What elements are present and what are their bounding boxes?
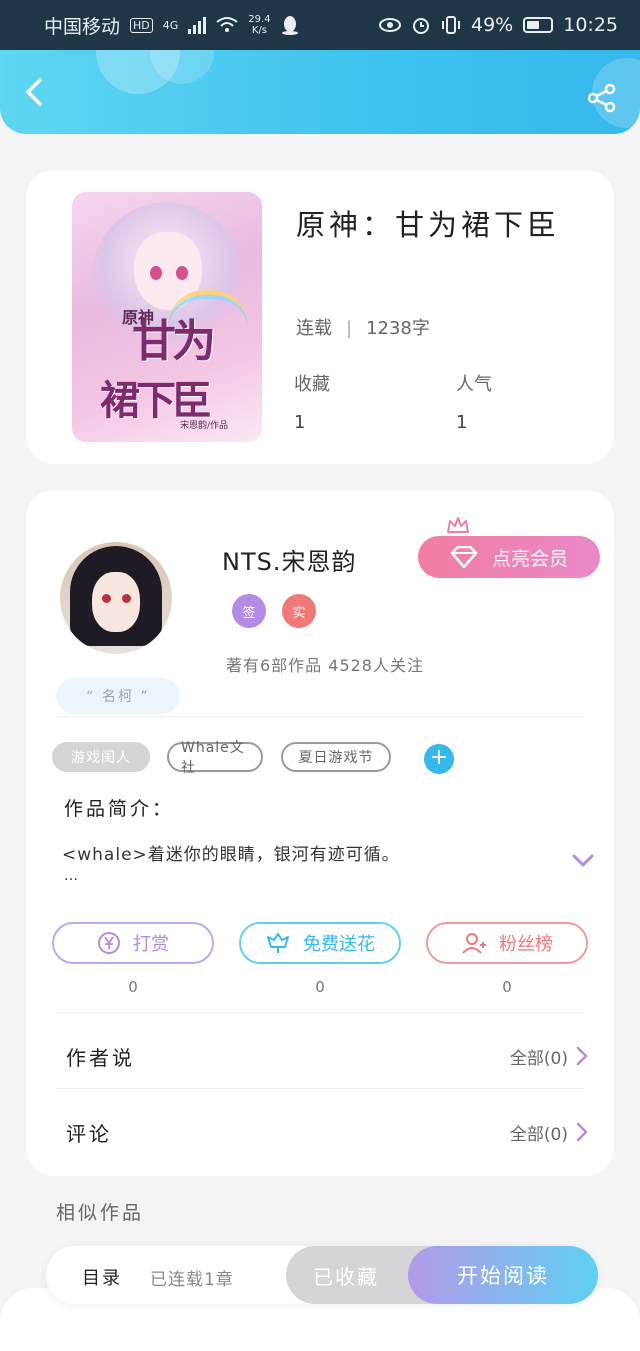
status-separator: | [346,318,353,339]
chapters-count: 已连载1章 [150,1270,234,1290]
chevron-right-icon [576,1122,588,1142]
badge-verified: 实 [282,594,316,628]
tip-label: 打赏 [133,934,169,955]
fans-rank-button[interactable]: 粉丝榜 [426,922,588,964]
send-flower-label: 免费送花 [303,934,375,955]
net-speed: 29.4 K/s [248,14,270,36]
bottom-action-bar: 目录 已连载1章 已收藏 开始阅读 [46,1246,598,1304]
net-speed-value: 29.4 [248,14,271,25]
send-flower-count: 0 [315,978,325,996]
carrier-label: 中国移动 [44,15,121,38]
collected-label: 已收藏 [313,1264,379,1289]
divider [56,1088,584,1089]
vibrate-icon [442,16,460,34]
start-reading-label: 开始阅读 [457,1264,549,1288]
author-name[interactable]: NTS.宋恩韵 [222,542,356,577]
similar-works-title: 相似作品 [56,1202,145,1224]
back-icon[interactable] [18,74,54,110]
cover-author-credit: 宋恩韵/作品 [180,421,229,431]
share-icon[interactable] [586,82,618,114]
author-says-more: 全部(0) [510,1044,588,1069]
toc-button[interactable]: 目录 [82,1264,122,1290]
crown-icon [447,517,469,533]
comments-row[interactable]: 评论 全部(0) [66,1112,588,1152]
fans-rank-count: 0 [502,978,512,996]
chevron-right-icon [576,1046,588,1066]
tag-chip[interactable]: 游戏闺人 [52,742,150,772]
status-bar: 中国移动 HD 4G 29.4 K/s 49% 10:25 [0,0,640,50]
wifi-icon [216,17,238,32]
qq-icon [281,16,298,35]
tip-count: 0 [128,978,138,996]
comments-label: 评论 [66,1121,112,1146]
intro-ellipsis: … [64,868,78,884]
favorites-value: 1 [294,412,306,433]
status-bar-left: 中国移动 HD 4G 29.4 K/s [44,12,299,39]
book-title: 原神：甘为裙下臣 [296,208,561,242]
divider [56,716,584,717]
cover-title-line1: 甘为 [132,316,216,367]
tag-chip[interactable]: Whale文社 [167,740,263,776]
intro-text: <whale>着迷你的眼睛，银河有迹可循。 [62,845,400,865]
cover-art-eye [176,266,188,280]
signal-icon [188,16,207,34]
divider [56,1012,584,1013]
author-stats: 著有6部作品 4528人关注 [226,656,424,675]
avatar-face [92,572,140,632]
vip-button[interactable]: 点亮会员 [418,536,600,578]
favorites-stat: 收藏 1 [294,370,330,433]
add-tag-button[interactable]: + [424,744,454,774]
flower-icon [267,933,289,953]
clock: 10:25 [563,14,618,36]
battery-icon [523,17,554,33]
header-bar [0,50,640,134]
fans-rank-label: 粉丝榜 [499,934,553,955]
user-rank-icon [462,933,486,954]
popularity-stat: 人气 1 [456,370,492,433]
favorites-label: 收藏 [294,374,330,395]
start-reading-button[interactable]: 开始阅读 [408,1246,598,1304]
tag-chip[interactable]: 夏日游戏节 [281,742,391,772]
book-status-line: 连载 | 1238字 [296,314,430,340]
comments-count: 全部(0) [509,1124,568,1145]
status-bar-right: 49% 10:25 [379,14,618,36]
send-flower-button[interactable]: 免费送花 [239,922,401,964]
book-info-card: 原神 甘为 裙下臣 宋恩韵/作品 原神：甘为裙下臣 连载 | 1238字 收藏 1 … [26,170,614,464]
diamond-icon [450,546,478,568]
intro-title: 作品简介： [64,798,175,820]
author-card: NTS.宋恩韵 签 实 著有6部作品 4528人关注 点亮会员 “ 名柯 ” 游… [26,490,614,1176]
vip-button-label: 点亮会员 [491,547,568,570]
author-says-row[interactable]: 作者说 全部(0) [66,1036,588,1076]
book-status: 连载 [296,318,332,339]
popularity-label: 人气 [456,374,492,395]
badge-signed: 签 [232,594,266,628]
author-avatar[interactable] [60,542,172,654]
hd-badge: HD [130,17,153,33]
network-type: 4G [162,18,179,32]
eye-icon [379,18,401,32]
alarm-icon [413,18,429,34]
cover-art-eye [150,266,162,280]
chevron-down-icon[interactable] [572,854,594,868]
popularity-value: 1 [456,412,468,433]
author-says-label: 作者说 [66,1045,135,1070]
author-name-tag: “ 名柯 ” [56,678,180,714]
comments-more: 全部(0) [510,1120,588,1145]
yen-icon [98,932,120,954]
author-says-count: 全部(0) [509,1048,568,1069]
word-count: 1238字 [366,318,430,339]
net-speed-unit: K/s [251,25,267,36]
tip-button[interactable]: 打赏 [52,922,214,964]
avatar-eye [102,594,111,603]
battery-percent: 49% [471,14,514,36]
avatar-eye [122,594,131,603]
book-cover[interactable]: 原神 甘为 裙下臣 宋恩韵/作品 [72,192,262,442]
